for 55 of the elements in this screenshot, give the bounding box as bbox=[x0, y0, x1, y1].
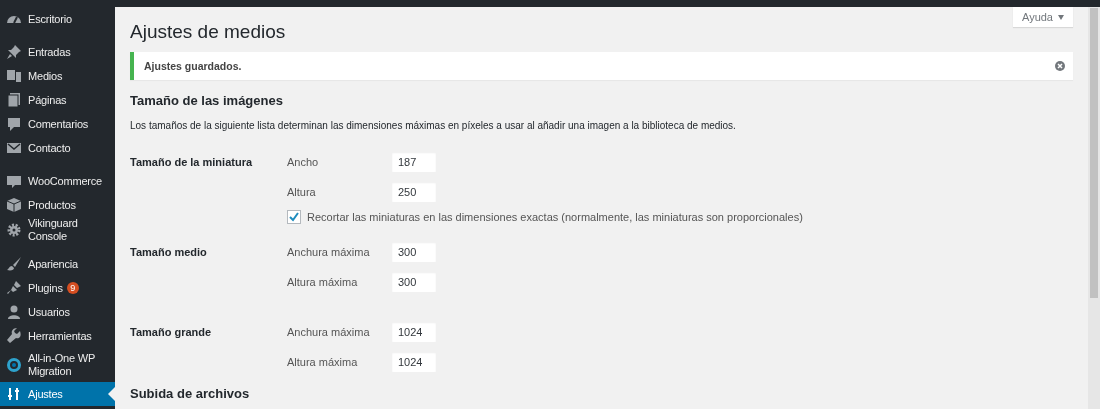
sidebar-item[interactable]: Vikinguard Console bbox=[0, 217, 115, 243]
number-field[interactable]: 300 bbox=[392, 272, 436, 292]
setting-label: Tamaño grande bbox=[130, 325, 213, 340]
wrench-icon bbox=[6, 328, 22, 344]
sidebar-item[interactable]: Herramientas bbox=[0, 324, 115, 348]
field-label: Altura máxima bbox=[287, 356, 359, 368]
number-field[interactable]: 300 bbox=[392, 242, 436, 262]
sidebar-item[interactable]: Medios bbox=[0, 64, 115, 88]
notice-text: Ajustes guardados. bbox=[144, 60, 242, 72]
sidebar-item[interactable]: Ajustes bbox=[0, 382, 115, 406]
sidebar-item[interactable]: Productos bbox=[0, 193, 115, 217]
ring-icon bbox=[6, 357, 22, 373]
plug-icon bbox=[6, 280, 22, 296]
caret-icon bbox=[1058, 14, 1064, 20]
cube-icon bbox=[6, 197, 22, 213]
field-label: Altura bbox=[287, 186, 317, 198]
setting-label: Tamaño de la miniatura bbox=[130, 155, 254, 170]
person-icon bbox=[6, 304, 22, 320]
sidebar-item[interactable]: Contacto bbox=[0, 136, 115, 160]
pin-icon bbox=[6, 44, 22, 60]
sidebar-item[interactable]: Comentarios bbox=[0, 112, 115, 136]
setting-label: Tamaño medio bbox=[130, 245, 208, 260]
field-label: Anchura máxima bbox=[287, 326, 371, 338]
section-heading: Tamaño de las imágenes bbox=[130, 93, 284, 109]
sidebar-item[interactable]: Plugins 9 bbox=[0, 276, 115, 300]
field-label: Anchura máxima bbox=[287, 246, 371, 258]
sidebar-item[interactable]: WooCommerce bbox=[0, 169, 115, 193]
media-icon bbox=[6, 68, 22, 84]
field-label: Ancho bbox=[287, 156, 320, 168]
sidebar-item[interactable]: Usuarios bbox=[0, 300, 115, 324]
gear-icon bbox=[6, 222, 22, 238]
page-title: Ajustes de medios bbox=[130, 22, 286, 42]
sliders-icon bbox=[6, 386, 22, 402]
help-button[interactable]: Ayuda bbox=[1013, 7, 1073, 27]
speech-bubble-icon bbox=[6, 116, 22, 132]
field-label: Altura máxima bbox=[287, 276, 359, 288]
pages-icon bbox=[6, 92, 22, 108]
checkbox-label: Recortar las miniaturas en las dimensiones exactas (normalmente, las miniaturas son proporcionales) bbox=[307, 211, 803, 223]
number-field[interactable]: 1024 bbox=[392, 322, 436, 342]
count-badge: 9 bbox=[66, 282, 79, 294]
scrollbar-thumb[interactable] bbox=[1090, 8, 1098, 298]
speech-bubble-icon bbox=[6, 173, 22, 189]
sidebar-item[interactable]: Páginas bbox=[0, 88, 115, 112]
section-heading: Subida de archivos bbox=[130, 386, 251, 402]
envelope-icon bbox=[6, 140, 22, 156]
sidebar-item[interactable]: Entradas bbox=[0, 40, 115, 64]
sidebar-item[interactable]: All-in-One WP Migration bbox=[0, 348, 115, 382]
number-field[interactable]: 250 bbox=[392, 182, 436, 202]
number-field[interactable]: 1024 bbox=[392, 352, 436, 372]
number-field[interactable]: 187 bbox=[392, 152, 436, 172]
close-icon[interactable] bbox=[1055, 61, 1065, 71]
section-description: Los tamaños de la siguiente lista determinan las dimensiones máximas en píxeles a usar al añadir una imagen a la biblioteca de medios. bbox=[130, 119, 737, 132]
checkbox[interactable] bbox=[287, 210, 301, 224]
sidebar-item[interactable]: Escritorio bbox=[0, 7, 115, 31]
sidebar-item[interactable]: Apariencia bbox=[0, 252, 115, 276]
